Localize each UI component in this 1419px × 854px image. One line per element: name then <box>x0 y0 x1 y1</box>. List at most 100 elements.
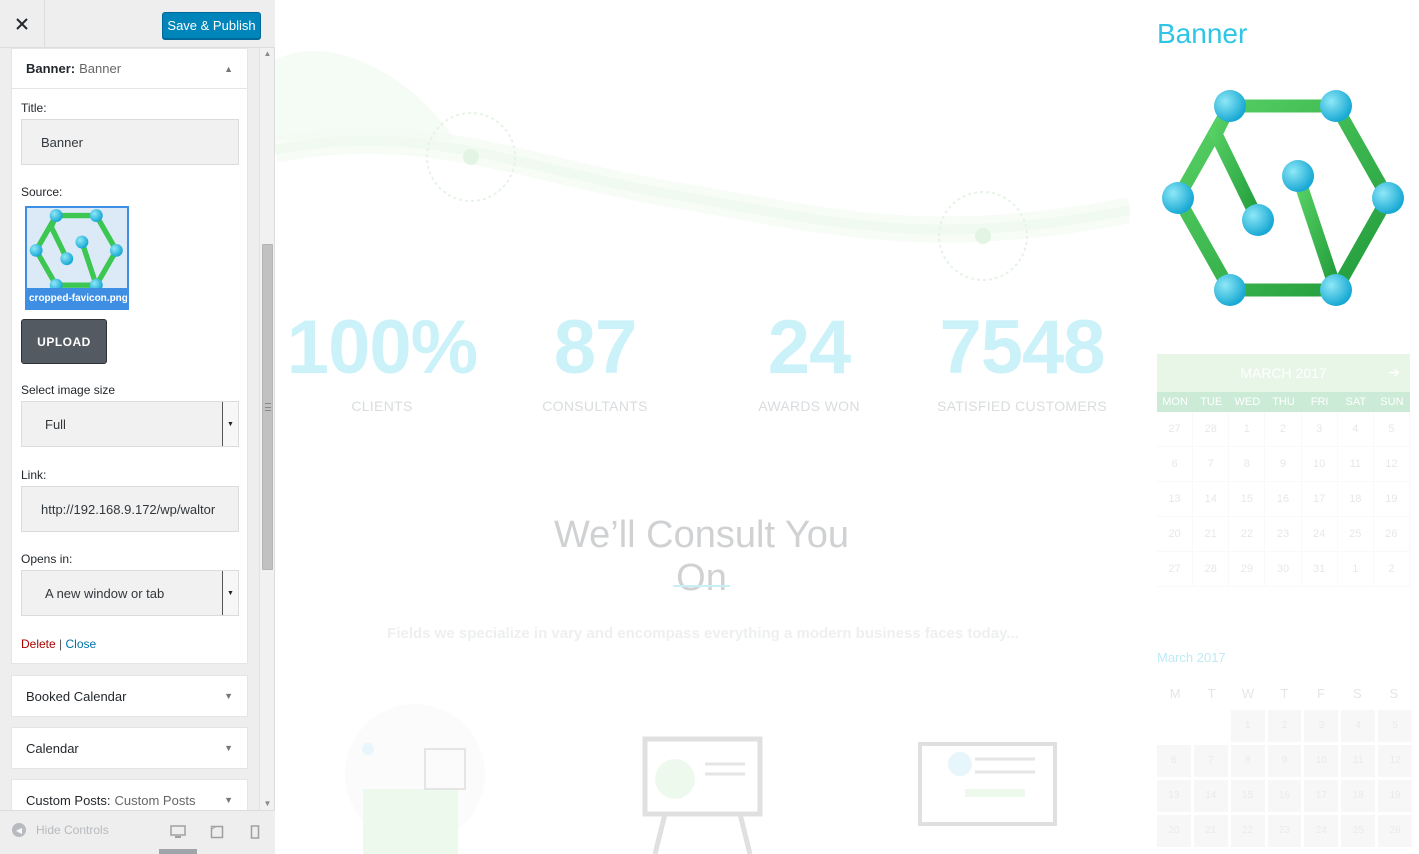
calendar-day-cell[interactable]: 10 <box>1301 447 1338 482</box>
calendar-day-cell[interactable]: 1 <box>1230 710 1265 742</box>
delete-link[interactable]: Delete <box>21 637 56 651</box>
calendar-widget[interactable]: Calendar ▼ <box>11 727 248 769</box>
calendar-day-cell[interactable] <box>1194 710 1228 742</box>
calendar-day-cell[interactable]: 3 <box>1301 412 1338 447</box>
calendar-day-cell[interactable]: 23 <box>1267 815 1302 847</box>
calendar-day-cell[interactable]: 15 <box>1229 482 1266 517</box>
calendar-day-cell[interactable]: 5 <box>1373 412 1410 447</box>
widget-header[interactable]: Custom Posts: Custom Posts ▼ <box>12 780 247 810</box>
calendar-day-cell[interactable]: 6 <box>1157 745 1191 777</box>
calendar-day-cell[interactable]: 22 <box>1229 517 1266 552</box>
calendar-day-cell[interactable]: 20 <box>1157 517 1194 552</box>
close-icon[interactable] <box>0 0 45 48</box>
stat-value: 100% <box>286 305 478 390</box>
source-image-thumbnail[interactable]: cropped-favicon.png <box>25 206 129 310</box>
hide-controls-button[interactable]: ◀ Hide Controls <box>12 823 109 837</box>
scrollbar-thumb[interactable] <box>262 244 273 570</box>
stat-value: 7548 <box>939 305 1105 390</box>
calendar-day-cell[interactable]: 28 <box>1193 412 1230 447</box>
calendar-day-cell[interactable]: 17 <box>1304 780 1339 812</box>
calendar-day-cell[interactable]: 16 <box>1265 482 1302 517</box>
link-field[interactable]: http://192.168.9.172/wp/waltor <box>21 486 239 532</box>
tablet-icon[interactable] <box>208 823 226 841</box>
hexagon-logo-icon[interactable] <box>1158 86 1408 308</box>
calendar-day-cell[interactable]: 13 <box>1157 482 1194 517</box>
mobile-icon[interactable] <box>246 823 264 841</box>
calendar-day-cell[interactable]: 16 <box>1267 780 1302 812</box>
collapse-arrow-icon[interactable]: ▲ <box>224 64 233 74</box>
calendar-day-cell[interactable]: 29 <box>1229 552 1266 587</box>
chevron-down-icon[interactable]: ▼ <box>222 571 238 615</box>
calendar-day-cell[interactable]: 25 <box>1341 815 1376 847</box>
calendar-day-cell[interactable]: 5 <box>1378 710 1412 742</box>
weekday-label: THU <box>1272 396 1295 408</box>
calendar-day-cell[interactable]: 19 <box>1378 780 1412 812</box>
calendar-day-cell[interactable]: 2 <box>1265 412 1302 447</box>
calendar-day-cell[interactable]: 31 <box>1301 552 1338 587</box>
save-publish-button[interactable]: Save & Publish <box>162 12 261 39</box>
expand-arrow-icon[interactable]: ▼ <box>224 795 233 805</box>
calendar-day-cell[interactable]: 17 <box>1301 482 1338 517</box>
calendar-day-cell[interactable]: 11 <box>1341 745 1376 777</box>
calendar-day-cell[interactable]: 2 <box>1373 552 1410 587</box>
calendar-day-cell[interactable]: 7 <box>1193 447 1230 482</box>
calendar-day-cell[interactable]: 26 <box>1373 517 1410 552</box>
title-field[interactable]: Banner <box>21 119 239 165</box>
next-month-arrow-icon[interactable]: ➔ <box>1388 364 1400 381</box>
calendar-day-cell[interactable]: 15 <box>1230 780 1265 812</box>
image-size-select[interactable]: Full ▼ <box>21 401 239 447</box>
calendar-day-cell[interactable]: 1 <box>1229 412 1266 447</box>
calendar-day-cell[interactable]: 13 <box>1157 780 1191 812</box>
calendar-day-cell[interactable]: 12 <box>1373 447 1410 482</box>
calendar-day-cell[interactable]: 30 <box>1265 552 1302 587</box>
calendar-day-cell[interactable]: 21 <box>1193 815 1228 847</box>
calendar-day-cell[interactable]: 18 <box>1341 780 1376 812</box>
calendar-day-cell[interactable]: 19 <box>1373 482 1410 517</box>
opens-in-select[interactable]: A new window or tab ▼ <box>21 570 239 616</box>
desktop-icon[interactable] <box>169 823 187 841</box>
calendar-day-cell[interactable]: 22 <box>1230 815 1265 847</box>
banner-widget-header[interactable]: Banner: Banner ▲ <box>12 49 247 89</box>
calendar-day-cell[interactable]: 18 <box>1337 482 1374 517</box>
calendar-day-cell[interactable]: 28 <box>1193 552 1230 587</box>
calendar-day-cell[interactable] <box>1157 710 1191 742</box>
calendar-day-cell[interactable]: 4 <box>1337 412 1374 447</box>
calendar-day-cell[interactable]: 3 <box>1304 710 1339 742</box>
calendar-day-cell[interactable]: 24 <box>1304 815 1339 847</box>
calendar-day-cell[interactable]: 8 <box>1229 447 1266 482</box>
stat-label: AWARDS WON <box>758 398 860 414</box>
close-link[interactable]: Close <box>66 637 97 651</box>
calendar-day-cell[interactable]: 20 <box>1157 815 1191 847</box>
calendar-day-cell[interactable]: 1 <box>1337 552 1374 587</box>
calendar-day-cell[interactable]: 27 <box>1157 412 1194 447</box>
calendar-day-cell[interactable]: 9 <box>1265 447 1302 482</box>
calendar-day-cell[interactable]: 26 <box>1378 815 1412 847</box>
calendar-day-cell[interactable]: 7 <box>1193 745 1228 777</box>
scroll-down-icon[interactable]: ▼ <box>260 798 275 810</box>
widget-header[interactable]: Calendar ▼ <box>12 728 247 768</box>
expand-arrow-icon[interactable]: ▼ <box>224 691 233 701</box>
panel-scrollbar[interactable]: ▲ ▼ <box>259 48 274 810</box>
upload-button[interactable]: UPLOAD <box>21 319 107 364</box>
chevron-down-icon[interactable]: ▼ <box>222 402 238 446</box>
expand-arrow-icon[interactable]: ▼ <box>224 743 233 753</box>
calendar-day-cell[interactable]: 6 <box>1157 447 1194 482</box>
booked-calendar-widget[interactable]: Booked Calendar ▼ <box>11 675 248 717</box>
calendar-day-cell[interactable]: 12 <box>1378 745 1412 777</box>
calendar-day-cell[interactable]: 21 <box>1193 517 1230 552</box>
calendar-day-cell[interactable]: 23 <box>1265 517 1302 552</box>
calendar-day-cell[interactable]: 10 <box>1304 745 1339 777</box>
scroll-up-icon[interactable]: ▲ <box>260 48 275 60</box>
calendar-day-cell[interactable]: 27 <box>1157 552 1194 587</box>
calendar-day-cell[interactable]: 2 <box>1267 710 1302 742</box>
calendar-day-cell[interactable]: 9 <box>1267 745 1302 777</box>
calendar-day-cell[interactable]: 4 <box>1341 710 1376 742</box>
calendar-day-cell[interactable]: 8 <box>1230 745 1265 777</box>
calendar-day-cell[interactable]: 24 <box>1301 517 1338 552</box>
calendar-day-cell[interactable]: 25 <box>1337 517 1374 552</box>
calendar-day-cell[interactable]: 14 <box>1193 482 1230 517</box>
calendar-day-cell[interactable]: 14 <box>1193 780 1228 812</box>
widget-header[interactable]: Booked Calendar ▼ <box>12 676 247 716</box>
calendar-day-cell[interactable]: 11 <box>1337 447 1374 482</box>
custom-posts-widget[interactable]: Custom Posts: Custom Posts ▼ <box>11 779 248 810</box>
